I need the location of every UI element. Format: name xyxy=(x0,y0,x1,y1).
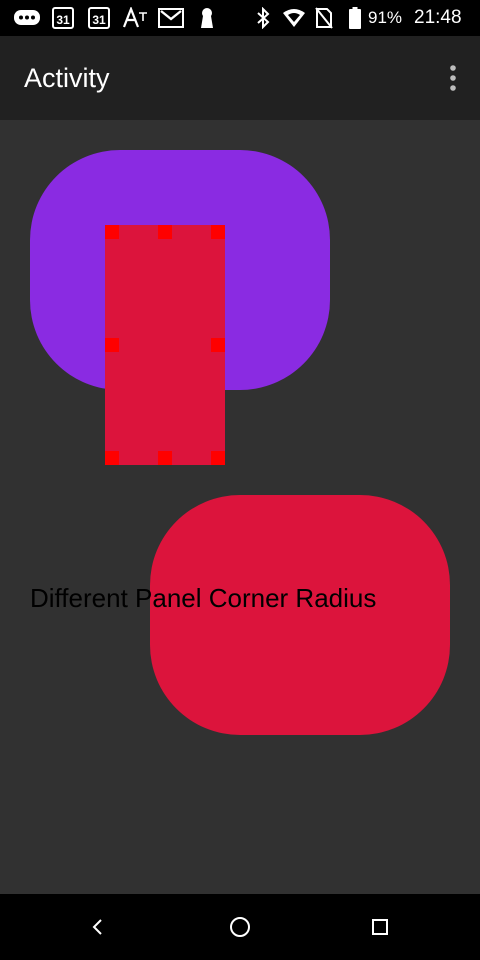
red-rounded-panel[interactable] xyxy=(150,495,450,735)
resize-handle-left[interactable] xyxy=(105,338,119,352)
messages-icon xyxy=(12,6,42,30)
resize-handle-bottom-left[interactable] xyxy=(105,451,119,465)
battery-icon xyxy=(348,6,362,30)
home-icon[interactable] xyxy=(220,907,260,947)
navigation-bar xyxy=(0,894,480,960)
no-sim-icon xyxy=(314,6,334,30)
battery-percent: 91% xyxy=(368,8,403,27)
gmail-icon xyxy=(158,6,184,30)
resize-handle-top-right[interactable] xyxy=(211,225,225,239)
app-bar: Activity xyxy=(0,36,480,120)
recents-icon[interactable] xyxy=(360,907,400,947)
status-bar: 31 31 91% 21:48 xyxy=(0,0,480,36)
resize-handle-bottom-right[interactable] xyxy=(211,451,225,465)
clock: 21:48 xyxy=(414,7,462,28)
calendar-date: 31 xyxy=(52,7,74,29)
back-icon[interactable] xyxy=(78,907,118,947)
selected-red-rectangle[interactable] xyxy=(105,225,225,465)
calendar-icon: 31 xyxy=(52,6,74,30)
content-area: Different Panel Corner Radius xyxy=(0,120,480,894)
calendar-icon: 31 xyxy=(88,6,110,30)
font-icon xyxy=(122,6,148,30)
resize-handle-right[interactable] xyxy=(211,338,225,352)
keyhole-icon xyxy=(198,6,216,30)
bluetooth-icon xyxy=(254,6,272,30)
resize-handle-top[interactable] xyxy=(158,225,172,239)
more-vert-icon[interactable] xyxy=(446,64,460,92)
wifi-icon xyxy=(282,6,306,30)
resize-handle-top-left[interactable] xyxy=(105,225,119,239)
calendar-date: 31 xyxy=(88,7,110,29)
resize-handle-bottom[interactable] xyxy=(158,451,172,465)
panel-label: Different Panel Corner Radius xyxy=(30,583,377,613)
app-title: Activity xyxy=(24,63,110,93)
